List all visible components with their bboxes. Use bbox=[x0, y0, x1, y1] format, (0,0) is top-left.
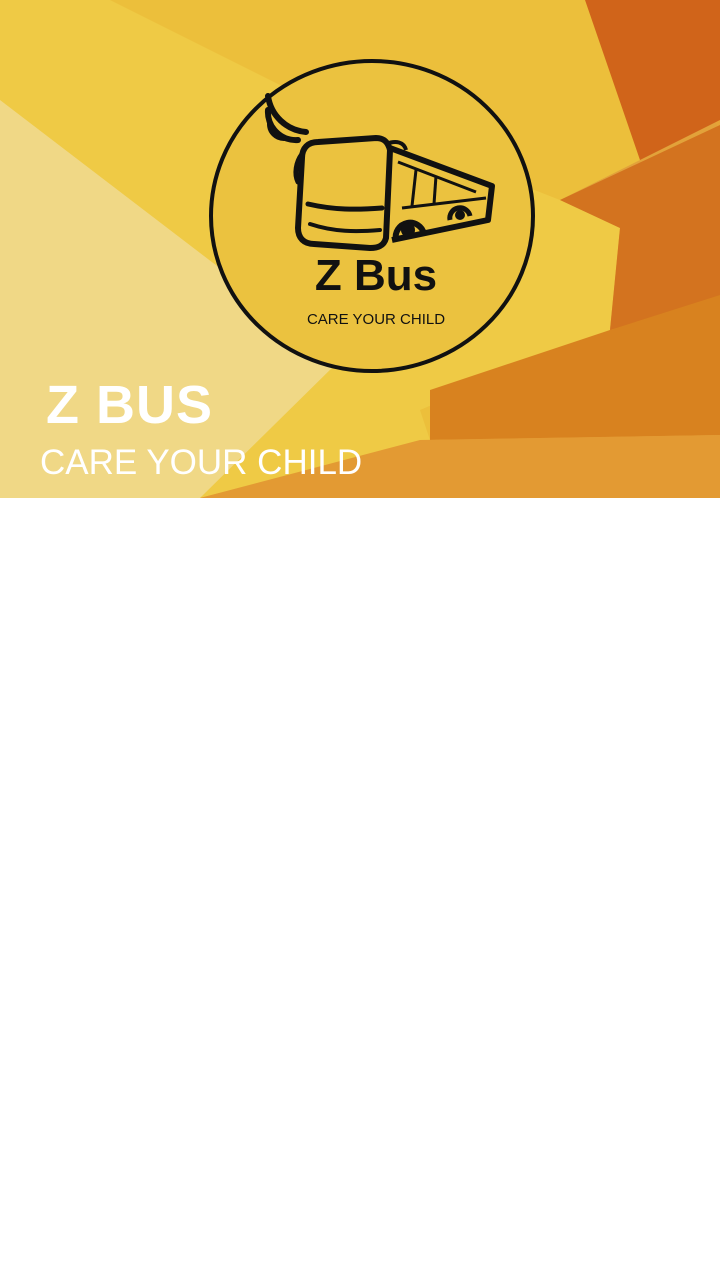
splash-screen: Z Bus CARE YOUR CHILD Z BUS CARE YOUR CH… bbox=[0, 0, 720, 1280]
brand-title: Z BUS bbox=[46, 375, 213, 435]
logo-tagline: CARE YOUR CHILD bbox=[306, 311, 446, 328]
logo-title: Z Bus bbox=[314, 251, 438, 300]
app-logo: Z Bus CARE YOUR CHILD bbox=[206, 58, 536, 374]
content-area bbox=[0, 498, 720, 1280]
brand-tagline: CARE YOUR CHILD bbox=[40, 443, 363, 482]
header-banner: Z Bus CARE YOUR CHILD Z BUS CARE YOUR CH… bbox=[0, 0, 720, 498]
